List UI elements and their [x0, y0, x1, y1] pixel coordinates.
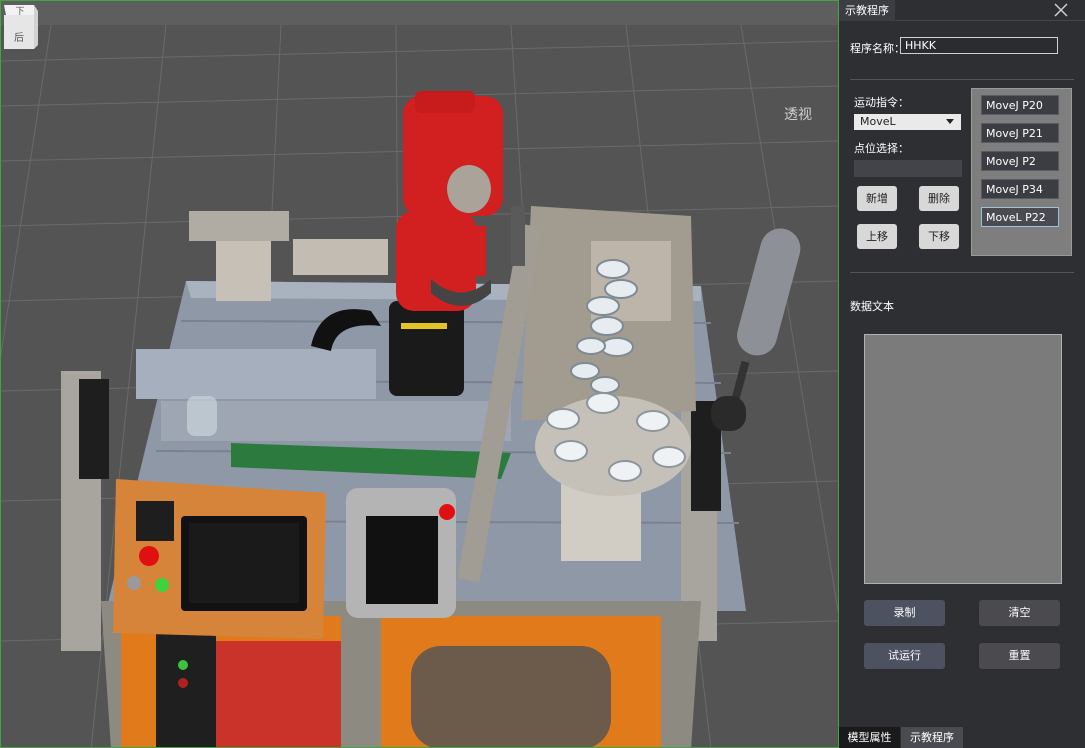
- program-name-label: 程序名称：: [850, 42, 905, 55]
- motion-command-label: 运动指令：: [854, 96, 909, 109]
- trial-run-button[interactable]: 试运行: [864, 643, 945, 669]
- panel-tab-teach-program[interactable]: 示教程序: [839, 0, 895, 21]
- section-divider: [850, 272, 1074, 273]
- tab-teach-program[interactable]: 示教程序: [901, 727, 963, 748]
- point-select-input[interactable]: [854, 160, 962, 177]
- delete-button[interactable]: 删除: [919, 186, 959, 211]
- reset-button[interactable]: 重置: [979, 643, 1060, 669]
- command-item[interactable]: MoveJ P2: [981, 151, 1059, 171]
- move-up-button[interactable]: 上移: [857, 224, 897, 249]
- view-cube-top-label: 下: [15, 7, 24, 17]
- view-cube[interactable]: 下 后: [1, 1, 39, 51]
- add-button[interactable]: 新增: [857, 186, 897, 211]
- program-name-input[interactable]: HHKK: [900, 37, 1058, 54]
- command-item[interactable]: MoveJ P34: [981, 179, 1059, 199]
- motion-command-value: MoveL: [860, 115, 896, 128]
- tab-model-properties[interactable]: 模型属性: [839, 727, 900, 748]
- data-text-label: 数据文本: [850, 300, 894, 313]
- section-divider: [850, 79, 1074, 80]
- command-list[interactable]: MoveJ P20 MoveJ P21 MoveJ P2 MoveJ P34 M…: [971, 88, 1072, 256]
- motion-command-select[interactable]: MoveL: [854, 114, 961, 130]
- command-item[interactable]: MoveJ P20: [981, 95, 1059, 115]
- close-icon[interactable]: [1053, 2, 1069, 18]
- record-button[interactable]: 录制: [864, 600, 945, 626]
- teach-program-panel: 示教程序 程序名称： HHKK 运动指令： MoveL 点位选择： 新增 删除 …: [838, 0, 1085, 748]
- command-item[interactable]: MoveJ P21: [981, 123, 1059, 143]
- chevron-down-icon: [946, 119, 954, 124]
- bottom-tab-bar: 模型属性 示教程序: [839, 727, 1085, 748]
- scene-render: [1, 1, 838, 747]
- point-select-label: 点位选择：: [854, 142, 909, 155]
- data-text-area[interactable]: [864, 334, 1062, 584]
- view-cube-front-label: 后: [14, 32, 24, 44]
- panel-header-line: [895, 20, 1085, 21]
- view-mode-label[interactable]: 透视: [784, 104, 812, 124]
- command-item-selected[interactable]: MoveL P22: [981, 207, 1059, 227]
- 3d-viewport[interactable]: 下 后 透视: [0, 0, 838, 748]
- clear-button[interactable]: 清空: [979, 600, 1060, 626]
- move-down-button[interactable]: 下移: [919, 224, 959, 249]
